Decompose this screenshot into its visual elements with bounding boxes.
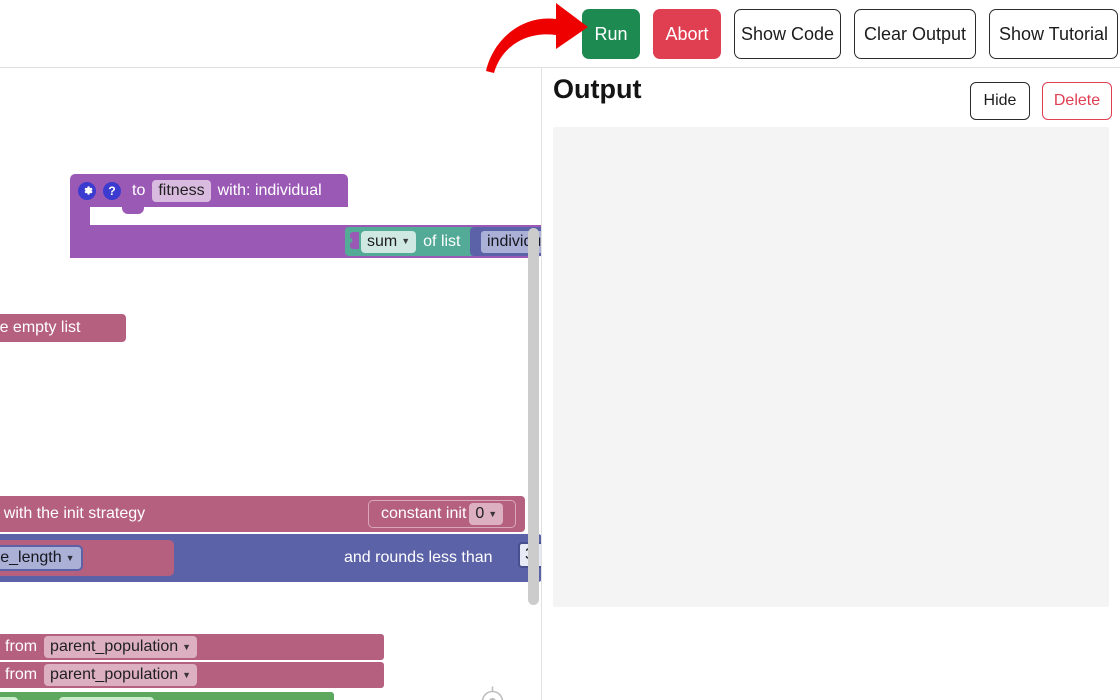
block-create-empty-list[interactable]: reate empty list	[0, 314, 126, 342]
output-title: Output	[553, 74, 642, 104]
from-label: from	[5, 666, 38, 683]
fitness-threshold-variable-dropdown[interactable]: genome_length ▼	[0, 545, 83, 571]
create-empty-list-label: reate empty list	[0, 319, 81, 336]
block-select-individual-1[interactable]: dual based on chance ▼ from parent_popul…	[0, 634, 384, 660]
output-panel: Output Hide Delete	[542, 69, 1120, 700]
function-name-field[interactable]: fitness	[152, 179, 211, 202]
block-fitness-at-least[interactable]: has fitness of at least genome_length ▼	[0, 540, 174, 576]
chevron-down-icon: ▼	[182, 669, 192, 680]
block-function-definition-fitness[interactable]: ? to fitness with: individual	[70, 174, 348, 207]
chevron-down-icon: ▼	[182, 641, 192, 652]
block-recombination[interactable]: arent2 ▼ into offspring1 ▼ and offspring…	[0, 692, 334, 700]
hide-output-button[interactable]: Hide	[970, 82, 1030, 120]
toolbar-button-group: Run Abort Show Code Clear Output Show Tu…	[582, 9, 1120, 59]
chevron-down-icon: ▼	[401, 236, 411, 246]
selection-source-dropdown[interactable]: parent_population ▼	[44, 636, 198, 658]
of-list-label: of list	[423, 232, 461, 250]
zoom-reset-icon[interactable]	[476, 685, 509, 700]
constant-init-label: constant init	[381, 505, 467, 522]
block-sum-of-list[interactable]: sum ▼ of list	[345, 227, 478, 256]
block-constant-init[interactable]: constant init 0 ▼	[368, 500, 516, 528]
gear-icon[interactable]	[78, 181, 96, 200]
init-strategy-label: with the init strategy	[3, 505, 146, 522]
blockly-workspace[interactable]: ? to fitness with: individual return sum…	[0, 68, 542, 700]
function-params-label: with: individual	[217, 181, 322, 199]
app-root: Run Abort Show Code Clear Output Show Tu…	[0, 0, 1120, 700]
show-tutorial-button[interactable]: Show Tutorial	[989, 9, 1118, 59]
function-to-label: to	[132, 181, 146, 199]
abort-button[interactable]: Abort	[653, 9, 721, 59]
from-label: from	[5, 638, 38, 655]
workspace-vertical-scrollbar[interactable]	[528, 228, 539, 605]
question-icon[interactable]: ?	[103, 181, 121, 200]
chevron-down-icon: ▼	[65, 552, 75, 563]
chevron-down-icon: ▼	[488, 508, 498, 519]
top-toolbar: Run Abort Show Code Clear Output Show Tu…	[0, 0, 1120, 68]
sum-operation-dropdown[interactable]: sum ▼	[361, 230, 417, 253]
clear-output-button[interactable]: Clear Output	[854, 9, 976, 59]
selection-source-dropdown[interactable]: parent_population ▼	[44, 664, 198, 686]
output-action-group: Hide Delete	[970, 82, 1112, 120]
value-notch-icon	[350, 231, 359, 249]
output-header: Output Hide Delete	[542, 69, 1120, 127]
delete-output-button[interactable]: Delete	[1042, 82, 1112, 120]
constant-init-value-dropdown[interactable]: 0 ▼	[469, 503, 504, 525]
output-console-area[interactable]	[553, 127, 1109, 607]
show-code-button[interactable]: Show Code	[734, 9, 841, 59]
statement-notch-icon	[122, 207, 144, 214]
block-select-individual-2[interactable]: dual based on chance ▼ from parent_popul…	[0, 662, 384, 688]
rounds-less-than-label: and rounds less than	[344, 549, 493, 566]
run-button[interactable]: Run	[582, 9, 640, 59]
